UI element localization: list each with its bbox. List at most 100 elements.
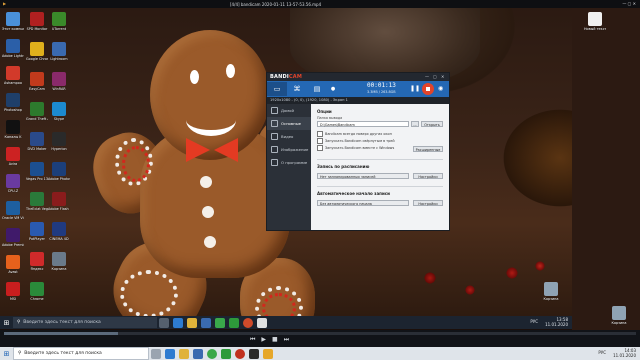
open-folder-button[interactable]: Открыть <box>421 121 443 127</box>
task-view-icon[interactable] <box>151 348 161 359</box>
desktop-icon[interactable]: PotPlayer <box>26 222 48 241</box>
desktop-icon[interactable]: Каналы K <box>2 120 24 139</box>
nav-video[interactable]: Видео <box>267 130 311 143</box>
checkbox[interactable] <box>317 145 323 151</box>
checkbox-start-with-windows[interactable]: Запускать Bandicam вместе с Windows <box>317 145 394 151</box>
screen-mode-button[interactable]: ▭ <box>267 82 287 96</box>
desktop-icon[interactable]: Chrome <box>26 282 48 301</box>
image-icon <box>271 146 278 153</box>
screenshot-button[interactable]: ◉ <box>438 85 443 92</box>
nav-general[interactable]: Основные <box>267 117 311 130</box>
desktop-icon-label: PotPlayer <box>29 237 45 241</box>
device-mode-button[interactable]: ▤ <box>307 82 327 96</box>
desktop-icon[interactable]: WinRAR <box>48 72 70 91</box>
play-icon[interactable]: ▶ <box>261 336 266 344</box>
store-icon[interactable] <box>193 348 203 359</box>
maximize-button[interactable]: ▢ <box>433 74 437 79</box>
edge-icon[interactable] <box>165 348 175 359</box>
desktop-icon[interactable]: Lightroom <box>48 42 70 61</box>
close-button[interactable]: ✕ <box>441 74 444 79</box>
desktop-icon[interactable]: Oracle VM VirtualBox <box>2 201 24 220</box>
store-icon[interactable] <box>201 317 211 328</box>
tray-lang[interactable]: РУС <box>530 319 538 324</box>
desktop-icon-label: WinRAR <box>52 87 66 91</box>
autostart-settings-button[interactable]: Настройки <box>413 200 443 206</box>
game-mode-button[interactable]: ⌘ <box>287 82 307 96</box>
next-icon[interactable]: ⏭ <box>284 336 289 344</box>
mic-button[interactable]: ● <box>327 82 339 96</box>
stop-icon[interactable]: ■ <box>272 336 278 344</box>
record-app-icon[interactable] <box>235 348 245 359</box>
bandicam-window[interactable]: BANDICAM — ▢ ✕ ▭ ⌘ ▤ ● 00:01:13 3.3MB / … <box>266 72 450 231</box>
desktop-icon[interactable]: Adobe Lightroom <box>2 39 24 58</box>
desktop-icon-new-text[interactable]: Новый текстовый... <box>584 12 606 31</box>
desktop-icon[interactable]: UTorrent <box>48 12 70 31</box>
desktop-icon[interactable]: Photoshop <box>2 93 24 112</box>
explorer-icon[interactable] <box>179 348 189 359</box>
checkbox[interactable] <box>317 131 323 137</box>
checkbox-start-minimized[interactable]: Запускать Bandicam свёрнутым в трей <box>317 138 395 144</box>
nav-home[interactable]: Домой <box>267 104 311 117</box>
taskbar-search[interactable]: ⚲ Введите здесь текст для поиска <box>13 317 157 328</box>
advanced-button[interactable]: Расширенные <box>413 146 443 152</box>
seek-bar-progress <box>4 332 118 335</box>
desktop-icon[interactable]: SPD Monitor <box>26 12 48 31</box>
browse-button[interactable]: ... <box>411 121 419 127</box>
desktop-icon[interactable]: Google Chrome <box>26 42 48 61</box>
player-taskbar-icon[interactable] <box>249 348 259 359</box>
checkbox[interactable] <box>317 138 323 144</box>
green-app-icon[interactable] <box>221 348 231 359</box>
desktop-icon[interactable]: EasyCam <box>26 72 48 91</box>
desktop-icon[interactable]: TheEclat Vegas Pro <box>26 192 48 211</box>
text-file-icon <box>588 12 602 26</box>
desktop-icon[interactable]: Vegas Pro 13.0 <box>26 162 48 181</box>
stop-record-button[interactable] <box>422 83 434 95</box>
desktop-icon[interactable]: Этот компьютер <box>2 12 24 31</box>
seek-bar[interactable] <box>4 332 636 335</box>
desktop-icon[interactable]: Adobe Flash Player <box>48 192 70 211</box>
desktop-icon[interactable]: Hyperion <box>48 132 70 151</box>
minimize-button[interactable]: — <box>425 74 429 79</box>
desktop-icon-label: Яндекс <box>30 267 44 271</box>
desktop-icon[interactable]: Ashampoo <box>2 66 24 85</box>
desktop-icon[interactable]: Яндекс <box>26 252 48 271</box>
desktop-icon[interactable]: CPU-Z <box>2 174 24 193</box>
desktop-icon[interactable]: Adobe Photoshop <box>48 162 70 181</box>
chrome-icon[interactable] <box>215 317 225 328</box>
schedule-settings-button[interactable]: Настройки <box>413 173 443 179</box>
desktop-icon[interactable]: Avira <box>2 147 24 166</box>
checkbox-always-on-top[interactable]: Bandicam всегда поверх других окон <box>317 131 392 137</box>
chrome-icon[interactable] <box>207 348 217 359</box>
edge-icon[interactable] <box>173 317 183 328</box>
taskbar-search[interactable]: ⚲ Введите здесь текст для поиска <box>13 347 149 360</box>
tray-lang[interactable]: РУС <box>598 350 606 355</box>
player-window-controls[interactable]: — ▢ ✕ <box>622 1 636 6</box>
desktop-icon-label: Adobe Premiere <box>2 243 24 247</box>
prev-icon[interactable]: ⏮ <box>250 336 255 344</box>
nav-image[interactable]: Изображение <box>267 143 311 156</box>
desktop-icon[interactable]: DVD Maker <box>26 132 48 151</box>
start-button[interactable]: ⊞ <box>0 347 13 360</box>
desktop-icon[interactable]: Skype <box>48 102 70 121</box>
desktop-icon[interactable]: MSI <box>2 282 24 301</box>
task-view-icon[interactable] <box>159 317 169 328</box>
desktop-icon[interactable]: Grand Theft Auto V <box>26 102 48 121</box>
nav-about[interactable]: О программе <box>267 156 311 169</box>
explorer-icon[interactable] <box>187 317 197 328</box>
desktop-icon-recycle-bin-outer[interactable]: Корзина <box>608 306 630 325</box>
desktop-icon-recycle-bin[interactable]: Корзина <box>540 282 562 301</box>
recorded-taskbar: ⊞ ⚲ Введите здесь текст для поиска РУС 1… <box>0 316 572 329</box>
green-app-icon[interactable] <box>229 317 239 328</box>
desktop-icon[interactable]: CINEMA 4D <box>48 222 70 241</box>
player-taskbar-icon[interactable] <box>257 317 267 328</box>
app-icon <box>52 252 66 266</box>
desktop-icon[interactable]: Avast <box>2 255 24 274</box>
pause-button[interactable]: ❚❚ <box>410 85 420 92</box>
desktop-icon[interactable]: Корзина <box>48 252 70 271</box>
pot-icon[interactable] <box>263 348 273 359</box>
output-folder-input[interactable]: D:\Games\Bandicam <box>317 121 409 127</box>
bandicam-taskbar-icon[interactable] <box>243 317 253 328</box>
start-button[interactable]: ⊞ <box>0 316 13 329</box>
bandicam-titlebar[interactable]: BANDICAM — ▢ ✕ <box>267 73 449 81</box>
desktop-icon[interactable]: Adobe Premiere <box>2 228 24 247</box>
